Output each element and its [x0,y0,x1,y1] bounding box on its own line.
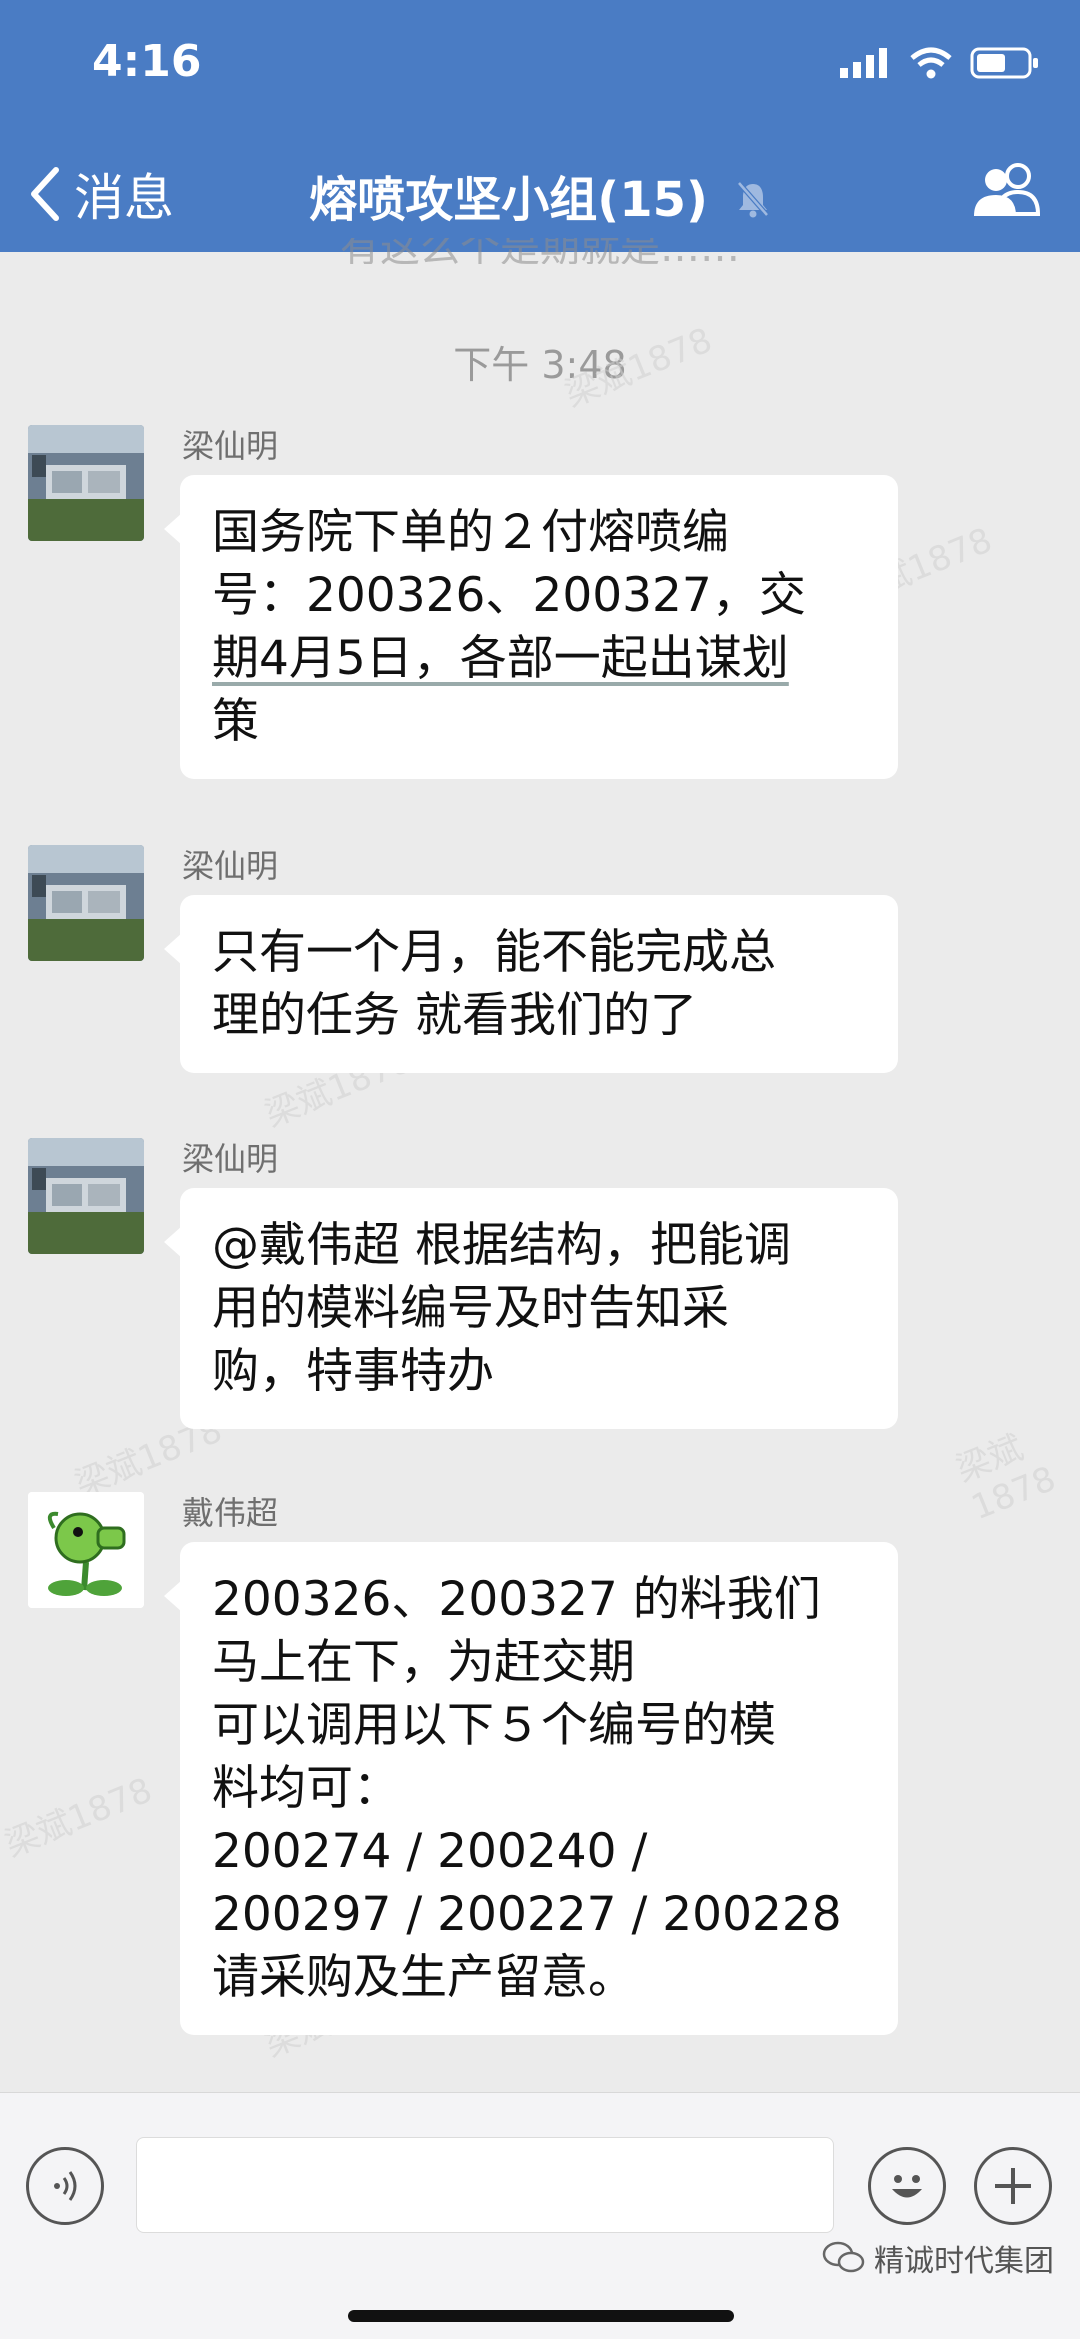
home-indicator[interactable] [348,2310,734,2322]
sender-name: 戴伟超 [182,1494,279,1532]
sender-name: 梁仙明 [182,847,279,885]
sender-name: 梁仙明 [182,427,279,465]
message-line: 请采购及生产留意。 [212,1950,635,2005]
brand-watermark-text: 精诚时代集团 [874,2244,1054,2279]
bell-slash-icon [735,175,771,231]
message-line: 200326、200327 的料我们 [212,1572,821,1627]
avatar[interactable] [28,1492,144,1608]
avatar[interactable] [28,845,144,961]
watermark-text: 梁斌1878 [0,1770,158,1866]
message-line: 策 [212,694,259,749]
wechat-logo-icon [822,2241,865,2273]
message-bubble[interactable]: 只有一个月，能不能完成总 理的任务 就看我们的了 [164,895,898,1073]
avatar[interactable] [28,1138,144,1254]
message-line: 只有一个月，能不能完成总 [212,925,776,980]
message-bubble[interactable]: @戴伟超 根据结构，把能调 用的模料编号及时告知采 购，特事特办 [164,1188,898,1429]
factory-avatar-icon [28,845,144,961]
group-members-button[interactable] [968,162,1046,222]
add-button[interactable] [974,2147,1052,2225]
avatar[interactable] [28,425,144,541]
message-line: 200274 / 200240 / [212,1824,648,1879]
message-line: @戴伟超 根据结构，把能调 [212,1218,791,1273]
message-line: 用的模料编号及时告知采 [212,1281,729,1336]
previous-message-peek: 有这么个是期就是…… [340,238,740,264]
chat-timestamp: 下午 3:48 [453,343,627,387]
chat-title-text: 熔喷攻坚小组(15) [309,172,708,228]
message-line: 期4月5日，各部一起出谋划 [212,631,789,686]
watermark-text: 梁斌1878 [950,1427,1062,1529]
battery-icon [970,47,1038,79]
brand-watermark: 精诚时代集团 [822,2236,1054,2280]
message-line: 马上在下，为赶交期 [212,1635,635,1690]
signal-icon [840,48,887,78]
message-line: 理的任务 就看我们的了 [212,988,697,1043]
group-members-icon [974,163,1041,216]
status-icons [840,46,1040,80]
emoji-icon [892,2175,922,2198]
message-input[interactable] [136,2137,834,2233]
sender-name: 梁仙明 [182,1140,279,1178]
wifi-icon [910,47,952,79]
message-line: 号：200326、200327，交 [212,568,806,623]
message-line: 200297 / 200227 / 200228 [212,1887,842,1942]
emoji-button[interactable] [868,2147,946,2225]
factory-avatar-icon [28,1138,144,1254]
message-bubble[interactable]: 国务院下单的２付熔喷编 号：200326、200327，交 期4月5日，各部一起… [164,475,898,779]
chat-header: 4:16 消息 熔喷攻坚小组(15) [0,0,1080,252]
message-line: 国务院下单的２付熔喷编 [212,505,729,560]
watermark-text: 梁斌1878 [559,320,718,416]
voice-button[interactable] [26,2147,104,2225]
status-time: 4:16 [92,36,202,87]
input-bar [0,2092,1080,2339]
message-line: 料均可： [212,1761,400,1816]
peashooter-avatar-icon [28,1492,144,1608]
message-bubble[interactable]: 200326、200327 的料我们 马上在下，为赶交期 可以调用以下５个编号的… [164,1542,898,2035]
plus-icon [995,2168,1031,2204]
voice-icon [54,2171,77,2201]
chat-title: 熔喷攻坚小组(15) [0,160,1080,231]
factory-avatar-icon [28,425,144,541]
message-line: 可以调用以下５个编号的模 [212,1698,776,1753]
message-line: 购，特事特办 [212,1344,494,1399]
